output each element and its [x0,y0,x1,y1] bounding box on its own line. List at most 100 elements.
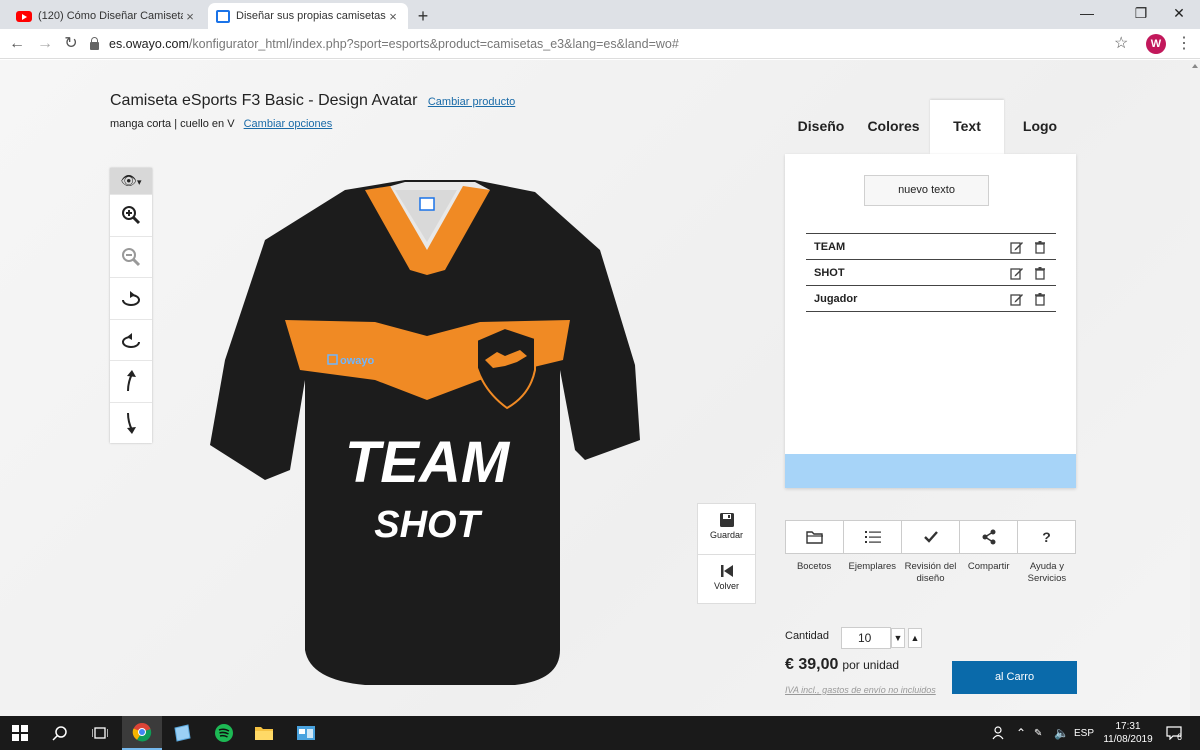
change-options-link[interactable]: Cambiar opciones [244,118,333,130]
save-button[interactable]: Guardar [698,504,755,554]
quantity-decrement-button[interactable]: ▼ [891,628,905,648]
jersey-text-team[interactable]: TEAM [345,430,511,495]
windows-start-button[interactable] [0,716,40,750]
windows-taskbar: ⌃ ✎ 🔈 ESP 17:31 11/08/2019 6 [0,716,1200,750]
edit-icon[interactable] [1010,292,1024,306]
search-button[interactable] [40,716,80,750]
text-panel: nuevo texto TEAM SHOT Jugador [785,154,1076,488]
tilt-down-button[interactable] [110,401,152,444]
folder-icon [805,531,823,544]
taskbar-chrome[interactable] [122,716,162,750]
taskbar-spotify[interactable] [204,716,244,750]
revision-button[interactable] [902,521,960,553]
tilt-up-button[interactable] [110,360,152,402]
close-icon[interactable]: × [183,9,197,24]
rotate-left-icon [121,332,140,348]
list-item[interactable]: TEAM [806,234,1056,260]
visibility-toggle-button[interactable]: 👁▾ [110,168,152,194]
lock-icon [90,37,99,50]
text-item-label: SHOT [814,266,845,279]
browser-tab-owayo[interactable]: Diseñar sus propias camisetas pe × [208,3,408,29]
notification-count: 6 [1177,732,1183,742]
ayuda-button[interactable]: ? [1018,521,1075,553]
folder-icon [255,727,273,740]
trash-icon[interactable] [1033,266,1047,280]
trash-icon[interactable] [1033,292,1047,306]
jersey-text-shot[interactable]: SHOT [374,504,482,546]
quantity-increment-button[interactable]: ▲ [908,628,922,648]
new-tab-button[interactable]: + [412,5,434,27]
people-icon[interactable] [992,716,1008,750]
rotate-left-button[interactable] [110,318,152,361]
tab-text[interactable]: Text [930,100,1004,154]
zoom-in-button[interactable] [110,194,152,236]
tilt-up-icon [127,370,136,392]
windows-logo-icon [12,725,28,741]
trash-icon[interactable] [1033,240,1047,254]
new-text-button[interactable]: nuevo texto [864,175,989,206]
zoom-out-icon [122,247,141,266]
quantity-input[interactable]: 10 [841,627,891,649]
clock-time: 17:31 [1115,721,1141,732]
product-options: manga corta | cuello en V [110,118,235,130]
task-view-icon [92,727,108,739]
change-product-link[interactable]: Cambiar producto [428,96,515,108]
youtube-icon [16,10,32,22]
taskbar-file-explorer[interactable] [244,716,284,750]
list-item[interactable]: Jugador [806,286,1056,312]
browser-tab-youtube[interactable]: (120) Cómo Diseñar Camisetas D × [8,3,205,29]
clock[interactable]: 17:31 11/08/2019 [1100,720,1156,746]
action-buttons: ? [785,520,1076,554]
edit-icon[interactable] [1010,266,1024,280]
tab-diseno[interactable]: Diseño [785,100,857,154]
notifications-button[interactable]: 6 [1166,716,1182,750]
language-indicator[interactable]: ESP [1074,716,1094,750]
text-item-label: TEAM [814,240,846,253]
chevron-up-icon[interactable]: ⌃ [1016,716,1026,750]
pen-icon[interactable]: ✎ [1034,716,1042,750]
clock-date: 11/08/2019 [1103,734,1153,745]
back-arrow-icon[interactable]: ← [6,33,28,55]
compartir-button[interactable] [960,521,1018,553]
taskbar-app[interactable] [286,716,326,750]
bookmark-star-icon[interactable]: ☆ [1114,33,1128,53]
list-item[interactable]: SHOT [806,260,1056,286]
profile-avatar[interactable]: W [1146,34,1166,54]
product-title-row: Camiseta eSports F3 Basic - Design Avata… [110,92,515,110]
view-toolbar: 👁▾ [110,168,152,443]
tab-title: (120) Cómo Diseñar Camisetas D [38,10,183,22]
action-label: Compartir [967,561,1010,572]
chevron-down-icon: ▾ [136,177,142,187]
rotate-right-button[interactable] [110,277,152,319]
action-labels: Bocetos Ejemplares Revisión del diseño C… [785,561,1076,585]
add-to-cart-button[interactable]: al Carro [952,661,1077,694]
page-scrollbar[interactable] [1190,60,1200,716]
minimize-button[interactable]: — [1064,0,1110,29]
speaker-icon[interactable]: 🔈 [1054,716,1069,750]
zoom-out-button[interactable] [110,235,152,278]
jersey-preview[interactable]: owayo TEAM SHOT [205,180,645,690]
help-icon: ? [1042,529,1051,545]
iva-note-link[interactable]: IVA incl., gastos de envío no incluidos [785,685,936,695]
tilt-down-icon [127,412,136,434]
action-label: Ayuda y Servicios [1027,561,1067,584]
back-button[interactable]: Volver [698,554,755,604]
edit-icon[interactable] [1010,240,1024,254]
ejemplares-button[interactable] [844,521,902,553]
price: € 39,00 por unidad [785,656,899,674]
product-title: Camiseta eSports F3 Basic - Design Avata… [110,92,418,109]
tab-colores[interactable]: Colores [857,100,930,154]
reload-icon[interactable]: ↻ [60,33,82,55]
tab-logo[interactable]: Logo [1004,100,1076,154]
browser-menu-icon[interactable]: ⋮ [1176,33,1192,53]
taskbar-notes-app[interactable] [162,716,202,750]
close-window-button[interactable]: ✕ [1156,0,1200,29]
address-bar[interactable]: es.owayo.com/konfigurator_html/index.php… [90,32,1140,56]
task-view-button[interactable] [80,716,120,750]
save-icon [719,513,734,527]
forward-arrow-icon[interactable]: → [34,33,56,55]
share-icon [982,529,995,545]
close-icon[interactable]: × [386,9,400,24]
bocetos-button[interactable] [786,521,844,553]
price-value: € 39,00 [785,656,839,673]
